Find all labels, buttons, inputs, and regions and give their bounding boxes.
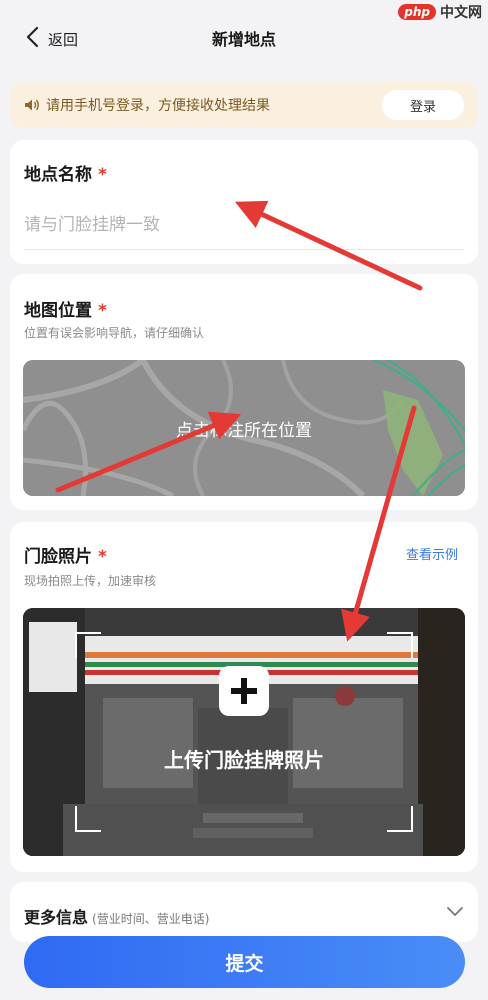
storefront-photo-card: 门脸照片 * 查看示例 现场拍照上传，加速审核 上传门脸挂牌照片 [10,522,478,872]
frame-corner [75,806,101,832]
upload-prompt: 上传门脸挂牌照片 [164,748,324,772]
place-name-input[interactable] [24,200,464,250]
map-location-card: 地图位置 * 位置有误会影响导航，请仔细确认 点击标注所在位置 [10,274,478,510]
storefront-photo-hint: 现场拍照上传，加速审核 [24,574,157,588]
view-example-link[interactable]: 查看示例 [406,544,458,563]
place-name-card: 地点名称 * [10,140,478,264]
speaker-icon [24,98,40,112]
frame-corner [387,806,413,832]
more-info-hint: (营业时间、营业电话) [92,912,210,926]
more-info-label: 更多信息 (营业时间、营业电话) [24,908,210,927]
map-picker[interactable]: 点击标注所在位置 [23,360,465,496]
plus-icon [219,666,269,716]
site-watermark: php 中文网 [398,2,482,22]
required-mark: * [98,301,107,321]
place-name-label: 地点名称 * [24,165,107,185]
watermark-text: 中文网 [440,5,482,21]
login-button[interactable]: 登录 [382,90,464,120]
add-photo-button[interactable] [219,666,269,716]
banner-text: 请用手机号登录，方便接收处理结果 [46,98,270,114]
submit-button[interactable]: 提交 [24,936,465,988]
map-prompt: 点击标注所在位置 [176,421,312,441]
required-mark: * [98,547,107,567]
chevron-down-icon[interactable] [446,906,464,918]
required-mark: * [98,165,107,185]
navigation-bar: 返回 新增地点 php 中文网 [0,0,488,76]
frame-corner [387,632,413,658]
watermark-logo: php [398,4,436,20]
map-location-label: 地图位置 * [24,301,107,321]
more-info-card[interactable]: 更多信息 (营业时间、营业电话) [10,882,478,942]
page-title: 新增地点 [211,30,276,49]
storefront-photo-label: 门脸照片 * [24,547,107,567]
photo-upload-area[interactable]: 上传门脸挂牌照片 [23,608,465,856]
map-location-hint: 位置有误会影响导航，请仔细确认 [24,326,205,340]
login-banner: 请用手机号登录，方便接收处理结果 登录 [10,82,478,128]
frame-corner [75,632,101,658]
